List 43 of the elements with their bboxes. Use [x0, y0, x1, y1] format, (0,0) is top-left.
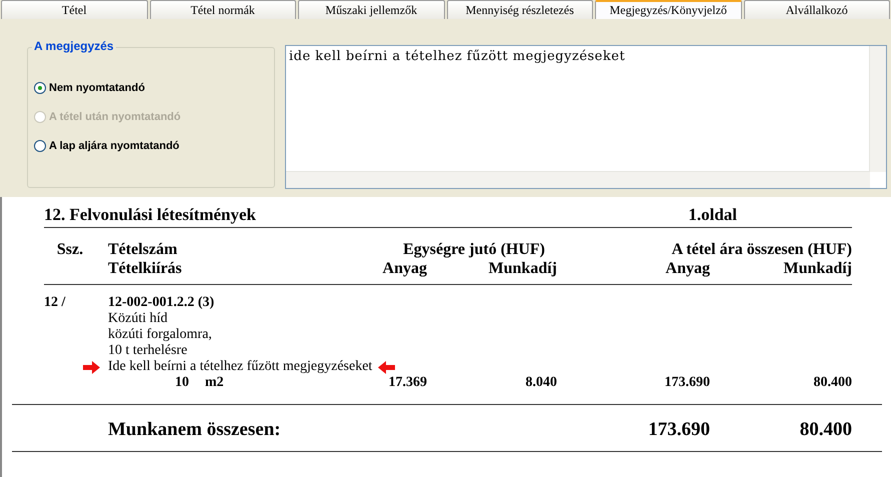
table-cell-text: 12 /: [44, 295, 66, 311]
column-header: Egységre jutó (HUF): [402, 240, 546, 259]
item-description: közúti forgalomra,: [108, 327, 213, 343]
table-cell-text: 80.400: [812, 375, 852, 391]
table-cell: 10: [175, 375, 189, 391]
radio-label: A tétel után nyomtatandó: [49, 110, 181, 122]
column-header: Ssz.: [56, 240, 84, 259]
tab[interactable]: Tétel normák: [150, 0, 296, 19]
column-header: Anyag: [664, 259, 710, 278]
column-header: Tételszám: [108, 240, 178, 259]
item-code: 12-002-001.2.2 (3): [108, 295, 216, 311]
arrow-icon: [378, 360, 396, 374]
page-number: 1.oldal: [688, 205, 737, 226]
table-cell-text: 173.690: [664, 375, 710, 391]
tab[interactable]: Megjegyzés/Könyvjelző: [595, 0, 742, 19]
report-title: 12. Felvonulási létesítmények: [44, 205, 256, 226]
column-header: Munkadíj: [488, 259, 557, 278]
table-cell: m2: [205, 375, 224, 391]
tab[interactable]: Alvállalkozó: [744, 0, 890, 19]
radio-button[interactable]: [34, 82, 46, 94]
vertical-scrollbar[interactable]: [869, 46, 886, 172]
arrow-icon: [83, 360, 100, 374]
total-label: Munkanem összesen:: [108, 419, 282, 441]
column-header: Munkadíj: [782, 259, 852, 278]
note-field[interactable]: ide kell beírni a tételhez fűzött megjegyzéseket: [285, 45, 887, 189]
remark-text: Ide kell beírni a tételhez fűzött megjegyzéseket: [108, 359, 372, 375]
item-description: Közúti híd: [108, 311, 168, 327]
radio-label: Nem nyomtatandó: [49, 82, 145, 94]
radio-button[interactable]: [34, 140, 46, 152]
tab[interactable]: Műszaki jellemzők: [298, 0, 444, 19]
horizontal-scrollbar[interactable]: [286, 171, 870, 188]
radio-label: A lap aljára nyomtatandó: [49, 140, 180, 152]
table-cell-text: 17.369: [388, 375, 427, 391]
total-value: 80.400: [798, 419, 852, 441]
table-cell-text: 8.040: [524, 375, 557, 391]
total-value: 173.690: [647, 419, 710, 441]
column-header: Anyag: [382, 259, 427, 278]
column-header: A tétel ára összesen (HUF): [670, 240, 852, 259]
item-description: 10 t terhelésre: [108, 343, 188, 359]
column-header: Tételkiírás: [108, 259, 183, 278]
tab[interactable]: Mennyiség részletezés: [446, 0, 593, 19]
group-title: A megjegyzés: [32, 39, 116, 53]
tab[interactable]: Tétel: [1, 0, 148, 19]
